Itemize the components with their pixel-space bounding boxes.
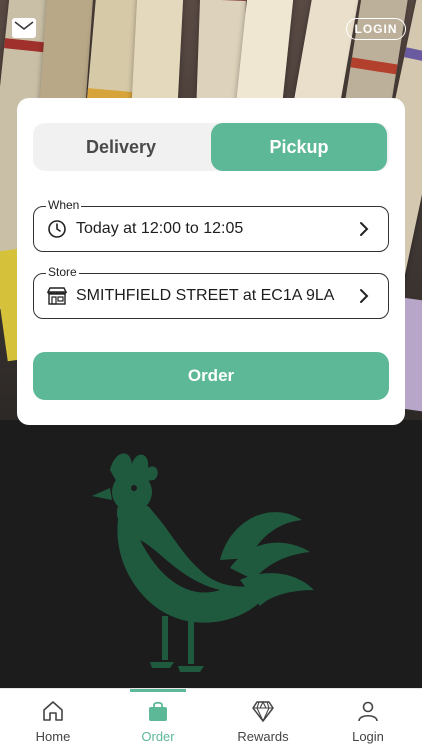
when-value: Today at 12:00 to 12:05 (76, 220, 244, 237)
order-button[interactable]: Order (33, 352, 389, 400)
nav-login-label: Login (352, 729, 384, 744)
nav-home-label: Home (35, 729, 71, 744)
nav-order-label: Order (141, 729, 175, 744)
bottom-navigation: Home Order Rewards Login (0, 688, 422, 750)
nav-rewards-label: Rewards (237, 729, 289, 744)
mail-icon[interactable] (12, 18, 36, 38)
login-button[interactable]: LOGIN (346, 18, 406, 40)
store-label: Store (46, 265, 79, 279)
when-selector[interactable]: When Today at 12:00 to 12:05 (33, 198, 389, 252)
nav-rewards[interactable]: Rewards (223, 695, 303, 749)
user-icon (358, 701, 378, 722)
delivery-tab[interactable]: Delivery (33, 123, 209, 171)
diamond-icon (252, 700, 274, 723)
fulfillment-toggle: Delivery Pickup (33, 123, 389, 171)
pickup-tab[interactable]: Pickup (211, 123, 387, 171)
store-value: SMITHFIELD STREET at EC1A 9LA (76, 287, 335, 304)
active-tab-indicator (130, 689, 186, 692)
storefront-icon (46, 285, 68, 307)
nav-order[interactable]: Order (118, 695, 198, 749)
home-icon (43, 701, 63, 721)
order-options-card: Delivery Pickup When Today at 12:00 to 1… (17, 98, 405, 425)
chevron-right-icon (354, 219, 374, 239)
nav-home[interactable]: Home (13, 695, 93, 749)
clock-icon (46, 218, 68, 240)
rooster-illustration (92, 453, 314, 672)
when-label: When (46, 198, 82, 212)
store-selector[interactable]: Store SMITHFIELD STREET at EC1A 9LA (33, 265, 389, 319)
bag-icon (149, 701, 167, 721)
chevron-right-icon (354, 286, 374, 306)
nav-login[interactable]: Login (328, 695, 408, 749)
